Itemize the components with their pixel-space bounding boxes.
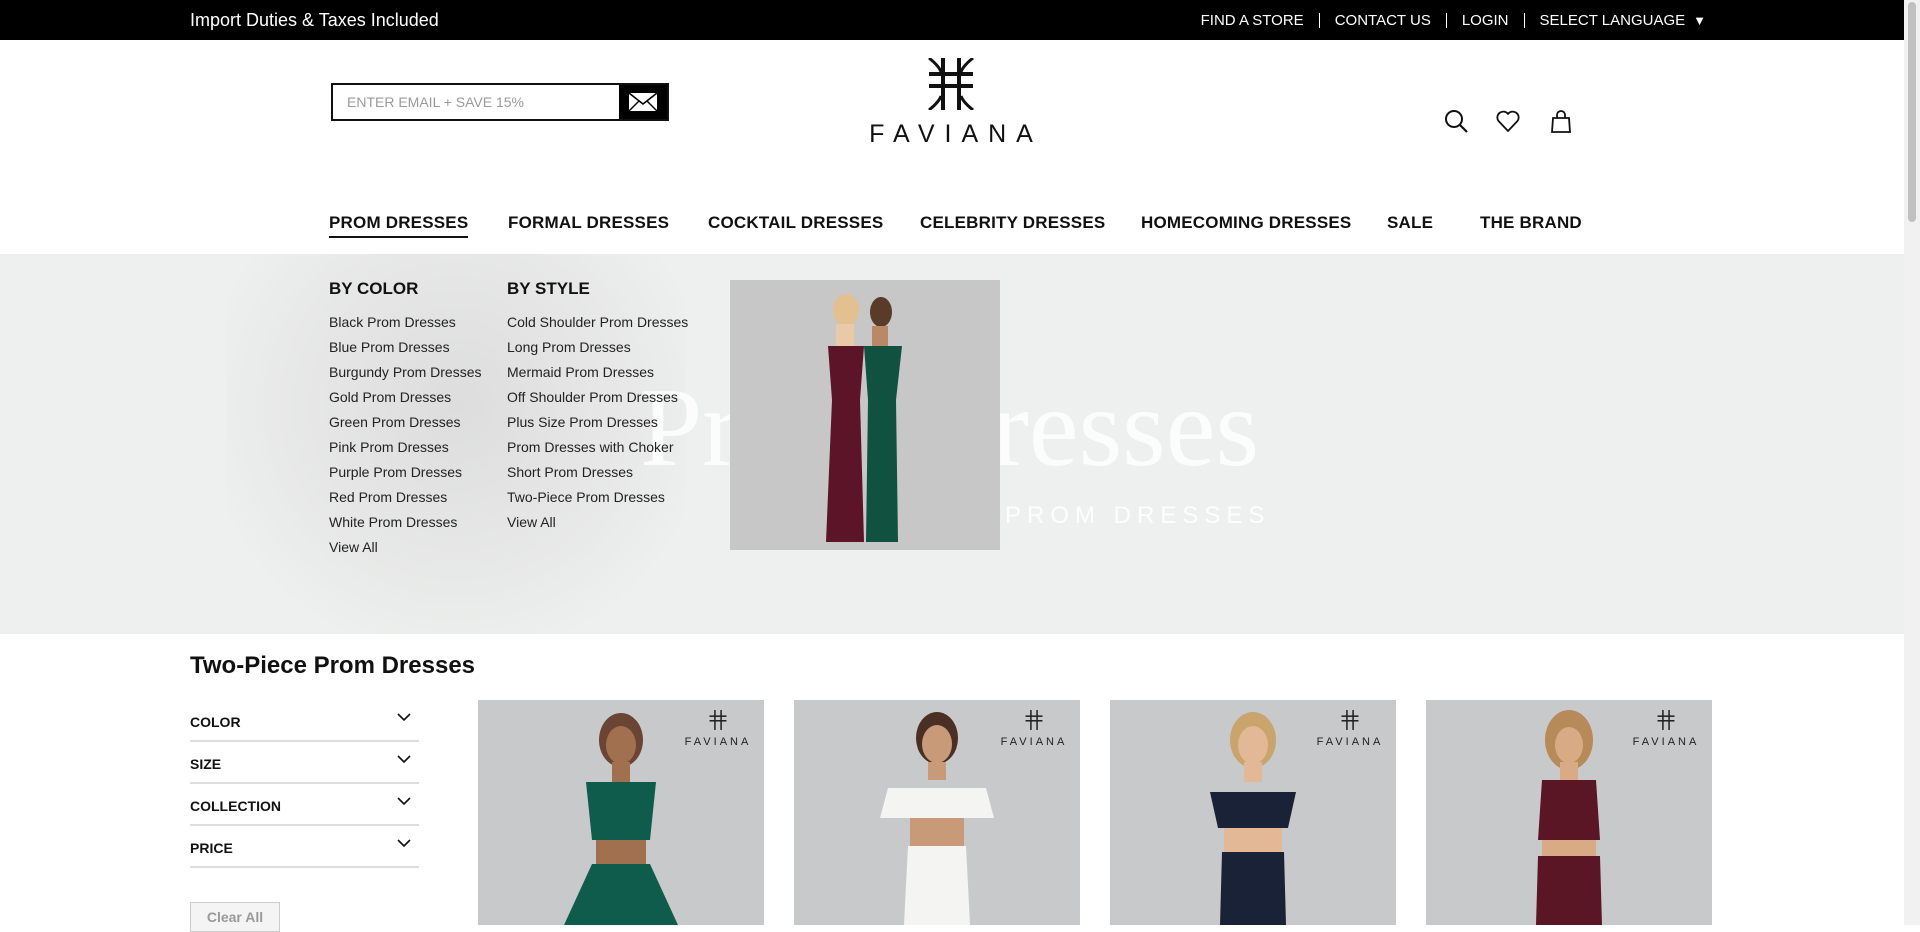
menu-link[interactable]: Two-Piece Prom Dresses	[507, 489, 688, 514]
filter-size[interactable]: SIZE	[190, 742, 419, 784]
filter-label: SIZE	[190, 756, 222, 772]
menu-link[interactable]: Black Prom Dresses	[329, 314, 482, 339]
nav-sale[interactable]: SALE	[1387, 213, 1433, 233]
menu-link[interactable]: White Prom Dresses	[329, 514, 482, 539]
by-color-heading: BY COLOR	[329, 279, 419, 298]
by-style-heading: BY STYLE	[507, 279, 590, 298]
product-card[interactable]: FAVIANA	[794, 700, 1080, 925]
nav-the-brand[interactable]: THE BRAND	[1480, 213, 1582, 233]
bag-icon[interactable]	[1548, 108, 1574, 134]
menu-link[interactable]: Short Prom Dresses	[507, 464, 688, 489]
chevron-down-icon[interactable]: ▼	[1693, 13, 1706, 28]
email-submit-button[interactable]	[619, 85, 667, 119]
menu-link-view-all[interactable]: View All	[329, 539, 482, 564]
nav-cocktail-dresses[interactable]: COCKTAIL DRESSES	[708, 213, 883, 233]
page-title: Two-Piece Prom Dresses	[190, 652, 476, 679]
menu-link[interactable]: Plus Size Prom Dresses	[507, 414, 688, 439]
logo-mark-icon	[1025, 710, 1043, 730]
product-brand-text: FAVIANA	[1632, 736, 1700, 748]
envelope-icon	[628, 92, 658, 112]
logo-mark-icon	[709, 710, 727, 730]
nav-homecoming-dresses[interactable]: HOMECOMING DRESSES	[1141, 213, 1351, 233]
logo-wordmark: FAVIANA	[869, 120, 1043, 148]
divider	[1445, 13, 1447, 28]
menu-link[interactable]: Purple Prom Dresses	[329, 464, 482, 489]
filter-label: PRICE	[190, 840, 233, 856]
product-brand-mark: FAVIANA	[1310, 710, 1390, 748]
menu-link[interactable]: Long Prom Dresses	[507, 339, 688, 364]
menu-link[interactable]: Mermaid Prom Dresses	[507, 364, 688, 389]
select-language-link[interactable]: SELECT LANGUAGE	[1540, 12, 1686, 29]
nav-formal-dresses[interactable]: FORMAL DRESSES	[508, 213, 669, 233]
logo-mark-icon	[1341, 710, 1359, 730]
login-link[interactable]: LOGIN	[1462, 12, 1509, 29]
email-input[interactable]	[333, 85, 635, 119]
page-scrollbar[interactable]	[1904, 0, 1920, 925]
top-bar: Import Duties & Taxes Included FIND A ST…	[0, 0, 1904, 40]
filter-label: COLLECTION	[190, 798, 281, 814]
product-brand-mark: FAVIANA	[678, 710, 758, 748]
nav-celebrity-dresses[interactable]: CELEBRITY DRESSES	[920, 213, 1105, 233]
email-signup	[331, 83, 669, 121]
product-card[interactable]: FAVIANA	[1110, 700, 1396, 925]
product-card[interactable]: FAVIANA	[1426, 700, 1712, 925]
promo-text: Import Duties & Taxes Included	[190, 10, 439, 30]
menu-link[interactable]: Off Shoulder Prom Dresses	[507, 389, 688, 414]
find-store-link[interactable]: FIND A STORE	[1201, 12, 1304, 29]
chevron-down-icon	[397, 713, 411, 722]
menu-link[interactable]: Pink Prom Dresses	[329, 439, 482, 464]
divider	[1318, 13, 1320, 28]
filter-color[interactable]: COLOR	[190, 700, 419, 742]
divider	[1523, 13, 1525, 28]
menu-link[interactable]: Prom Dresses with Choker	[507, 439, 688, 464]
filter-label: COLOR	[190, 714, 241, 730]
product-brand-mark: FAVIANA	[1626, 710, 1706, 748]
product-brand-mark: FAVIANA	[994, 710, 1074, 748]
mega-menu-promo-image[interactable]	[730, 280, 1000, 550]
logo-mark-icon	[1657, 710, 1675, 730]
menu-link[interactable]: Gold Prom Dresses	[329, 389, 482, 414]
menu-link[interactable]: Red Prom Dresses	[329, 489, 482, 514]
filter-collection[interactable]: COLLECTION	[190, 784, 419, 826]
chevron-down-icon	[397, 797, 411, 806]
menu-link[interactable]: Blue Prom Dresses	[329, 339, 482, 364]
faviana-logo[interactable]: FAVIANA	[855, 58, 1047, 148]
by-color-list: Black Prom Dresses Blue Prom Dresses Bur…	[329, 314, 482, 564]
top-links: FIND A STORE CONTACT US LOGIN SELECT LAN…	[1201, 12, 1706, 29]
by-style-list: Cold Shoulder Prom Dresses Long Prom Dre…	[507, 314, 688, 539]
heart-icon[interactable]	[1495, 108, 1521, 134]
nav-prom-dresses[interactable]: PROM DRESSES	[329, 213, 469, 238]
menu-link[interactable]: Burgundy Prom Dresses	[329, 364, 482, 389]
contact-us-link[interactable]: CONTACT US	[1335, 12, 1431, 29]
menu-link[interactable]: Green Prom Dresses	[329, 414, 482, 439]
scrollbar-thumb[interactable]	[1908, 2, 1916, 222]
search-icon[interactable]	[1443, 108, 1469, 134]
product-brand-text: FAVIANA	[684, 736, 752, 748]
product-brand-text: FAVIANA	[1000, 736, 1068, 748]
clear-all-button[interactable]: Clear All	[190, 902, 280, 932]
filter-price[interactable]: PRICE	[190, 826, 419, 868]
logo-mark-icon	[928, 58, 974, 110]
menu-link[interactable]: Cold Shoulder Prom Dresses	[507, 314, 688, 339]
chevron-down-icon	[397, 755, 411, 764]
main-nav: PROM DRESSES FORMAL DRESSES COCKTAIL DRE…	[0, 213, 1904, 245]
models-photo	[730, 280, 1000, 550]
product-card[interactable]: FAVIANA	[478, 700, 764, 925]
menu-link-view-all[interactable]: View All	[507, 514, 688, 539]
chevron-down-icon	[397, 839, 411, 848]
product-brand-text: FAVIANA	[1316, 736, 1384, 748]
